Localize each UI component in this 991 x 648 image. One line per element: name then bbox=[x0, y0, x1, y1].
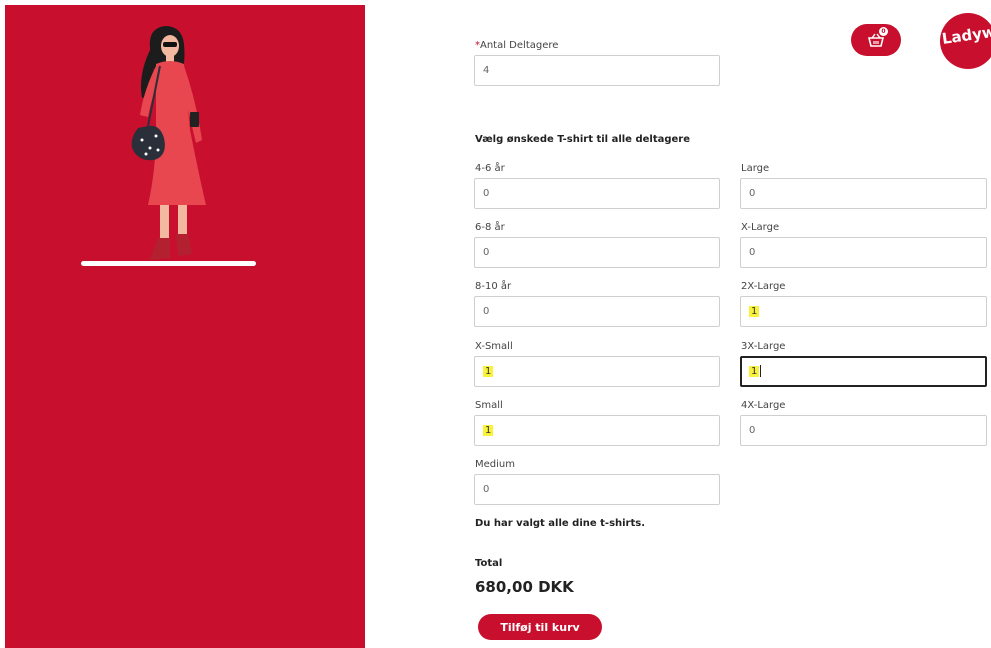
size-label-medium: Medium bbox=[475, 459, 515, 470]
cart-count-badge: 0 bbox=[879, 27, 888, 36]
cart-button[interactable]: 0 bbox=[851, 24, 901, 56]
size-input-4x-large[interactable]: 0 bbox=[740, 415, 987, 446]
size-input-small[interactable]: 1 bbox=[474, 415, 720, 446]
total-amount: 680,00 DKK bbox=[475, 578, 574, 596]
add-to-cart-button[interactable]: Tilføj til kurv bbox=[478, 614, 602, 640]
tshirt-section-title: Vælg ønskede T-shirt til alle deltagere bbox=[475, 134, 690, 145]
size-label-4x-large: 4X-Large bbox=[741, 400, 786, 411]
size-label-large: Large bbox=[741, 163, 770, 174]
text-caret bbox=[760, 365, 762, 377]
size-label-2x-large: 2X-Large bbox=[741, 281, 786, 292]
size-label-small: Small bbox=[475, 400, 503, 411]
size-label-4-6: 4-6 år bbox=[475, 163, 505, 174]
size-label-x-small: X-Small bbox=[475, 341, 513, 352]
size-input-2x-large[interactable]: 1 bbox=[740, 296, 987, 327]
ground-line bbox=[81, 261, 256, 266]
brand-logo[interactable]: Ladywalk bbox=[940, 13, 991, 69]
size-input-x-large[interactable]: 0 bbox=[740, 237, 987, 268]
size-input-large[interactable]: 0 bbox=[740, 178, 987, 209]
size-input-medium[interactable]: 0 bbox=[474, 474, 720, 505]
hero-panel bbox=[5, 5, 365, 648]
size-label-3x-large: 3X-Large bbox=[741, 341, 786, 352]
size-label-8-10: 8-10 år bbox=[475, 281, 512, 292]
selection-status: Du har valgt alle dine t-shirts. bbox=[475, 518, 646, 529]
size-label-x-large: X-Large bbox=[741, 222, 780, 233]
size-input-6-8[interactable]: 0 bbox=[474, 237, 720, 268]
total-label: Total bbox=[475, 558, 503, 569]
participants-label: *Antal Deltagere bbox=[475, 40, 559, 51]
size-input-3x-large[interactable]: 1 bbox=[740, 356, 987, 387]
woman-walking-illustration bbox=[131, 26, 206, 260]
participants-input[interactable]: 4 bbox=[474, 55, 720, 86]
size-input-x-small[interactable]: 1 bbox=[474, 356, 720, 387]
size-label-6-8: 6-8 år bbox=[475, 222, 505, 233]
size-input-8-10[interactable]: 0 bbox=[474, 296, 720, 327]
size-input-4-6[interactable]: 0 bbox=[474, 178, 720, 209]
